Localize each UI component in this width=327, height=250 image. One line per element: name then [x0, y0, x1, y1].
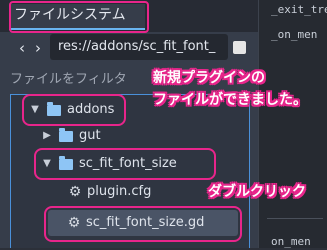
folder-icon [47, 102, 61, 116]
filter-input[interactable]: ファイルをフィルタ [10, 68, 156, 94]
back-button[interactable]: ‹ [14, 36, 30, 60]
path-bar: ‹ › res://addons/sc_fit_font_ [0, 34, 258, 62]
tree-item-sc-fit-font-size-gd[interactable]: ⚙ sc_fit_font_size.gd [66, 210, 246, 236]
annotation-double-click: ダブルクリック [208, 184, 306, 200]
path-input[interactable]: res://addons/sc_fit_font_ [50, 34, 228, 60]
tree-item-label: addons [67, 102, 115, 117]
code-line[interactable]: _exit_tre [271, 2, 327, 18]
chevron-down-icon[interactable]: ▼ [29, 97, 41, 123]
forward-button[interactable]: › [30, 36, 46, 60]
tree-item-addons[interactable]: ▼ addons [25, 97, 135, 123]
script-editor-panel: _exit_tre _on_men on_men [258, 0, 327, 248]
tree-item-gut[interactable]: ▶ gut [37, 123, 147, 149]
folder-icon [59, 128, 73, 142]
tree-item-label: sc_fit_font_size.gd [86, 215, 205, 230]
tree-item-label: plugin.cfg [87, 184, 152, 199]
tree-item-plugin-cfg[interactable]: ⚙ plugin.cfg [67, 179, 207, 205]
code-line[interactable]: _on_men [271, 27, 317, 43]
gear-icon: ⚙ [67, 215, 81, 231]
tree-item-sc-fit-font-size[interactable]: ▼ sc_fit_font_size [37, 151, 217, 177]
divider [267, 218, 323, 219]
highlight-dock-title [9, 1, 149, 33]
chevron-right-icon[interactable]: ▶ [41, 123, 53, 149]
annotation-new-files-line2: ファイルができました。 [153, 92, 307, 108]
tree-item-label: sc_fit_font_size [79, 156, 177, 171]
tree-item-label: gut [79, 128, 101, 143]
chevron-down-icon[interactable]: ▼ [41, 151, 53, 177]
annotation-new-files-line1: 新規プラグインの [153, 70, 265, 86]
folder-icon [59, 156, 73, 170]
gear-icon: ⚙ [68, 184, 82, 200]
split-toggle-icon[interactable] [233, 41, 246, 54]
filesystem-dock: ファイルシステム ‹ › res://addons/sc_fit_font_ フ… [0, 0, 258, 248]
